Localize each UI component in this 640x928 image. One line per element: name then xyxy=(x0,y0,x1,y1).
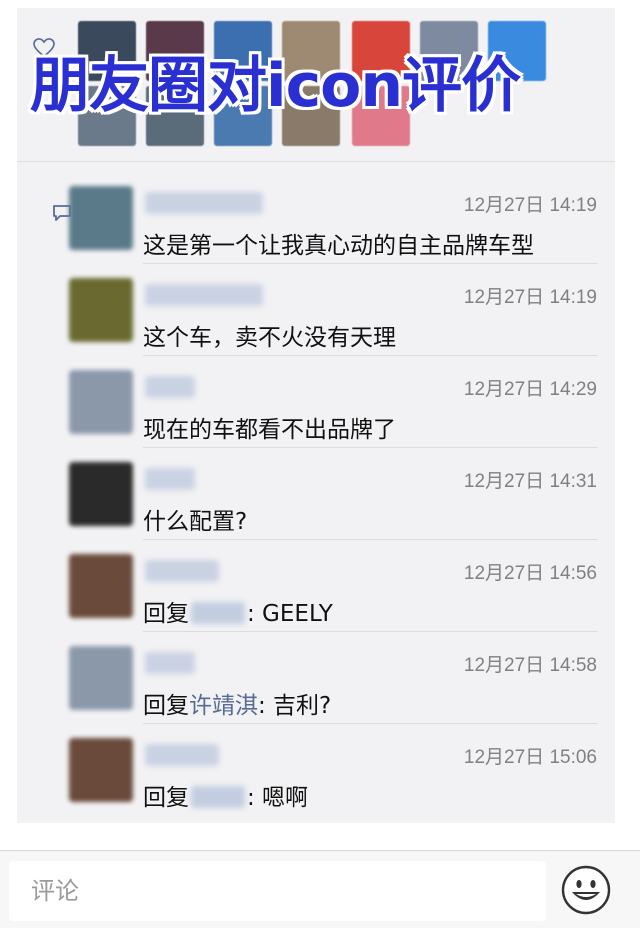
commenter-name-blurred[interactable] xyxy=(145,560,219,582)
comment-body: 这个车，卖不火没有天理 xyxy=(143,325,396,351)
reply-to-name-blurred[interactable] xyxy=(191,786,245,808)
comment-text: 回复 : 嗯啊 xyxy=(143,778,593,812)
comment-body: : GEELY xyxy=(247,601,333,627)
comment-item[interactable]: 12月27日 14:56 回复 : GEELY xyxy=(69,540,597,632)
comment-body: : 嗯啊 xyxy=(247,785,309,811)
commenter-name-blurred[interactable] xyxy=(145,284,263,306)
comment-item[interactable]: 12月27日 14:58 回复许靖淇: 吉利? xyxy=(69,632,597,724)
commenter-name-blurred[interactable] xyxy=(145,744,219,766)
comment-time: 12月27日 14:19 xyxy=(463,195,597,216)
comment-time: 12月27日 14:19 xyxy=(463,287,597,308)
comment-time: 12月27日 14:29 xyxy=(463,379,597,400)
reply-prefix: 回复 xyxy=(143,785,189,811)
comment-text: 回复许靖淇: 吉利? xyxy=(143,686,593,720)
reply-prefix: 回复 xyxy=(143,693,189,719)
comment-body: 这是第一个让我真心动的自主品牌车型 xyxy=(143,233,534,259)
avatar[interactable] xyxy=(69,370,133,434)
commenter-name-blurred[interactable] xyxy=(145,376,195,398)
commenter-name-blurred[interactable] xyxy=(145,468,195,490)
comment-text: 现在的车都看不出品牌了 xyxy=(143,410,593,444)
reply-to-name[interactable]: 许靖淇 xyxy=(189,693,258,719)
comment-text: 回复 : GEELY xyxy=(143,594,593,628)
comment-time: 12月27日 15:06 xyxy=(463,747,597,768)
comment-item[interactable]: 12月27日 15:06 回复 : 嗯啊 xyxy=(69,724,597,816)
divider xyxy=(17,161,615,162)
avatar[interactable] xyxy=(69,186,133,250)
commenter-name-blurred[interactable] xyxy=(145,652,195,674)
comment-body: 什么配置? xyxy=(143,509,248,535)
overlay-title: 朋友圈对icon评价 xyxy=(30,51,521,121)
comment-text: 这是第一个让我真心动的自主品牌车型 xyxy=(143,226,593,260)
avatar[interactable] xyxy=(69,738,133,802)
comment-item[interactable]: 12月27日 14:31 什么配置? xyxy=(69,448,597,540)
comment-body: 现在的车都看不出品牌了 xyxy=(143,417,396,443)
comment-item[interactable]: 12月27日 14:19 这个车，卖不火没有天理 xyxy=(69,264,597,356)
avatar[interactable] xyxy=(69,554,133,618)
avatar[interactable] xyxy=(69,278,133,342)
comment-item[interactable]: 12月27日 14:29 现在的车都看不出品牌了 xyxy=(69,356,597,448)
avatar[interactable] xyxy=(69,646,133,710)
smiley-face-icon[interactable] xyxy=(560,864,612,916)
comment-time: 12月27日 14:56 xyxy=(463,563,597,584)
comment-input[interactable]: 评论 xyxy=(9,861,546,921)
comment-bar: 评论 xyxy=(0,850,640,928)
comment-text: 这个车，卖不火没有天理 xyxy=(143,318,593,352)
commenter-name-blurred[interactable] xyxy=(145,192,263,214)
comment-time: 12月27日 14:31 xyxy=(463,471,597,492)
reply-prefix: 回复 xyxy=(143,601,189,627)
comment-item[interactable]: 12月27日 14:19 这是第一个让我真心动的自主品牌车型 xyxy=(69,172,597,264)
comment-text: 什么配置? xyxy=(143,502,593,536)
avatar[interactable] xyxy=(69,462,133,526)
reply-to-name-blurred[interactable] xyxy=(191,602,245,624)
comment-time: 12月27日 14:58 xyxy=(463,655,597,676)
comment-body: : 吉利? xyxy=(258,693,332,719)
